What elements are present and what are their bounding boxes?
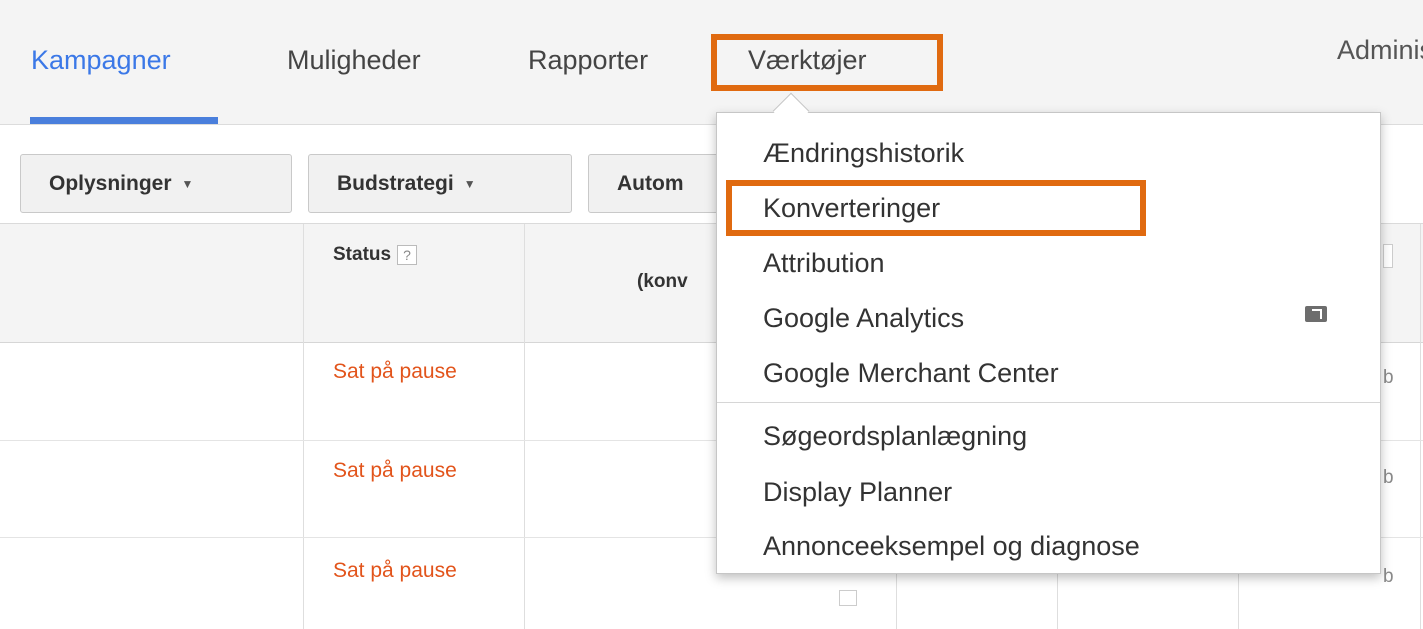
details-button-label: Oplysninger (49, 172, 172, 195)
status-header-label: Status (333, 244, 392, 265)
details-dropdown-button[interactable]: Oplysninger ▼ (20, 154, 292, 213)
menu-item-display-planner[interactable]: Display Planner (763, 477, 952, 508)
menu-item-attribution[interactable]: Attribution (763, 248, 885, 279)
automate-button-label: Autom (617, 172, 684, 195)
help-icon[interactable]: ? (397, 244, 418, 265)
menu-item-conversions[interactable]: Konverteringer (763, 193, 940, 224)
menu-divider (717, 402, 1380, 403)
tab-muligheder[interactable]: Muligheder (287, 45, 421, 76)
chevron-down-icon: ▼ (463, 176, 476, 191)
menu-item-change-history[interactable]: Ændringshistorik (763, 138, 964, 169)
row-value-fragment: b (1383, 467, 1394, 488)
bid-strategy-button-label: Budstrategi (337, 172, 454, 195)
conversions-column-header: (konv (637, 271, 688, 292)
tab-rapporter[interactable]: Rapporter (528, 45, 648, 76)
column-divider (1420, 224, 1421, 629)
bid-strategy-dropdown-button[interactable]: Budstrategi ▼ (308, 154, 572, 213)
conversion-tracking-checkbox-icon (839, 590, 857, 606)
admin-tab[interactable]: Administ (1337, 35, 1423, 66)
menu-item-keyword-planner[interactable]: Søgeordsplanlægning (763, 421, 1027, 452)
menu-item-google-analytics[interactable]: Google Analytics (763, 303, 964, 334)
tools-dropdown-menu: Ændringshistorik Konverteringer Attribut… (716, 112, 1381, 574)
row-value-fragment: b (1383, 367, 1394, 388)
status-column-header: Status? (333, 244, 418, 266)
status-paused: Sat på pause (333, 360, 457, 383)
tab-vaerktoejer[interactable]: Værktøjer (748, 45, 867, 76)
menu-item-ad-preview-diagnosis[interactable]: Annonceeksempel og diagnose (763, 531, 1140, 562)
menu-item-google-merchant-center[interactable]: Google Merchant Center (763, 358, 1059, 389)
external-link-icon (1305, 306, 1327, 322)
top-navigation: Kampagner Muligheder Rapporter Værktøjer… (0, 0, 1423, 125)
chevron-down-icon: ▼ (181, 176, 194, 191)
column-divider (524, 224, 525, 629)
status-paused: Sat på pause (333, 559, 457, 582)
tab-kampagner[interactable]: Kampagner (31, 45, 171, 76)
active-tab-indicator (30, 117, 218, 124)
status-paused: Sat på pause (333, 459, 457, 482)
row-value-fragment: b (1383, 566, 1394, 587)
column-help-box (1383, 244, 1393, 268)
column-divider (303, 224, 304, 629)
